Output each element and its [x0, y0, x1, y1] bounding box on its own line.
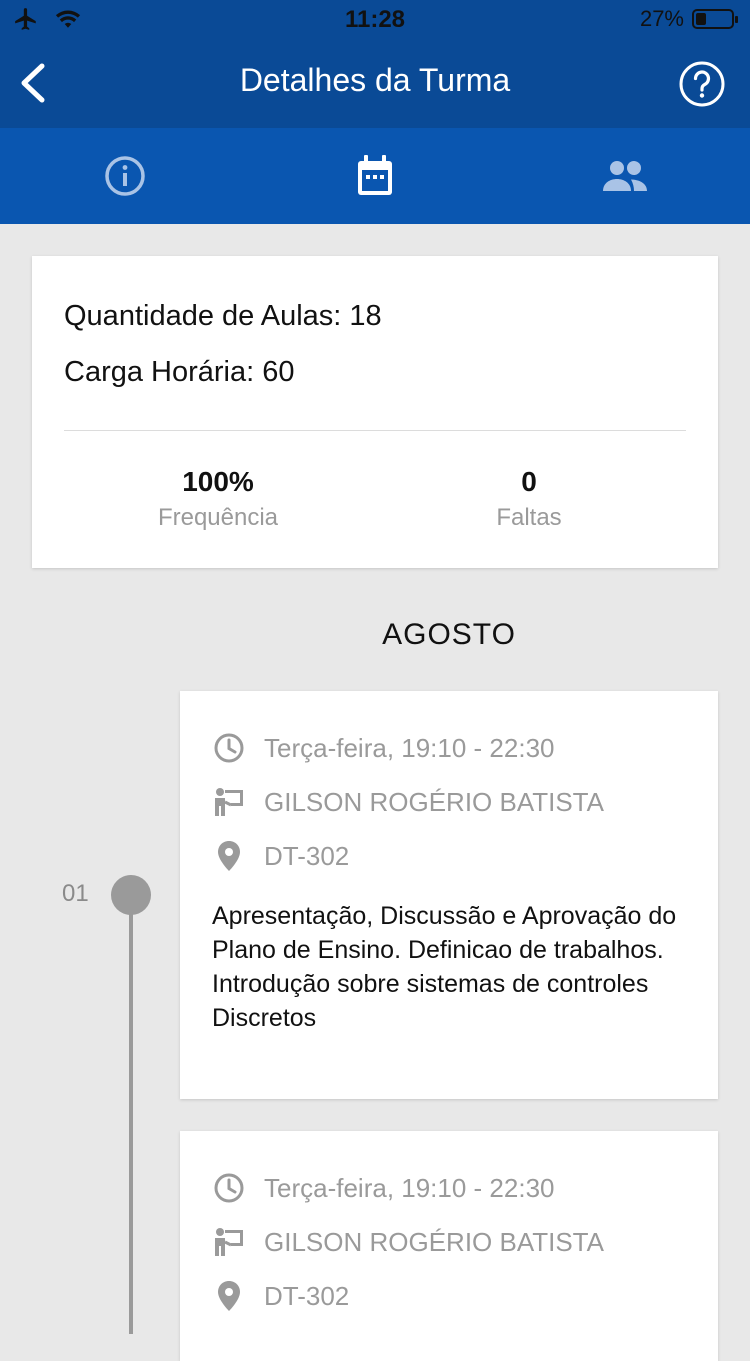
schedule-text: Terça-feira, 19:10 - 22:30: [264, 1172, 555, 1203]
tab-calendar[interactable]: [250, 128, 500, 224]
calendar-icon: [358, 155, 392, 195]
teacher-text: GILSON ROGÉRIO BATISTA: [264, 1226, 604, 1257]
room-row: DT-302: [212, 1279, 349, 1313]
classes-count: Quantidade de Aulas: 18: [64, 300, 382, 332]
month-header: AGOSTO: [382, 618, 516, 651]
absences-label: Faltas: [496, 504, 562, 531]
attendance-label: Frequência: [157, 504, 279, 531]
teacher-row: GILSON ROGÉRIO BATISTA: [212, 1225, 604, 1259]
page-title: Detalhes da Turma: [239, 62, 511, 98]
divider: [64, 430, 686, 431]
tab-info[interactable]: [0, 128, 250, 224]
schedule-text: Terça-feira, 19:10 - 22:30: [264, 732, 555, 763]
lesson-card[interactable]: Terça-feira, 19:10 - 22:30 GILSON ROGÉRI…: [180, 691, 718, 1099]
tab-bar: [0, 128, 750, 224]
lesson-description: Apresentação, Discussão e Aprovação do P…: [212, 902, 677, 1032]
room-text: DT-302: [264, 1280, 350, 1311]
absences-value: 0: [521, 466, 537, 497]
schedule-row: Terça-feira, 19:10 - 22:30: [212, 1171, 555, 1205]
people-icon: [603, 161, 647, 191]
absences-stat: 0 Faltas: [409, 466, 649, 532]
clock-icon: [212, 731, 246, 765]
lesson-card[interactable]: Terça-feira, 19:10 - 22:30 GILSON ROGÉRI…: [180, 1131, 718, 1361]
timeline-dot: [111, 875, 151, 915]
status-time: 11:28: [344, 6, 406, 33]
room-text: DT-302: [264, 840, 350, 871]
help-icon: [679, 61, 725, 107]
status-bar: 11:28 27%: [0, 0, 750, 40]
tab-participants[interactable]: [500, 128, 750, 224]
workload-hours: Carga Horária: 60: [64, 356, 295, 388]
battery-percent: 27%: [639, 6, 684, 31]
room-row: DT-302: [212, 839, 349, 873]
help-button[interactable]: [678, 60, 726, 108]
location-pin-icon: [212, 839, 246, 873]
teacher-row: GILSON ROGÉRIO BATISTA: [212, 785, 604, 819]
lesson-number: 01: [62, 880, 89, 907]
location-pin-icon: [212, 1279, 246, 1313]
attendance-stat: 100% Frequência: [98, 466, 338, 532]
info-icon: [105, 156, 145, 196]
clock-icon: [212, 1171, 246, 1205]
teacher-text: GILSON ROGÉRIO BATISTA: [264, 786, 604, 817]
attendance-value: 100%: [182, 466, 254, 497]
summary-card: Quantidade de Aulas: 18 Carga Horária: 6…: [32, 256, 718, 568]
schedule-row: Terça-feira, 19:10 - 22:30: [212, 731, 555, 765]
timeline-line: [129, 912, 133, 1334]
navbar: Detalhes da Turma: [0, 40, 750, 128]
battery-icon: [692, 9, 738, 29]
teacher-icon: [212, 1225, 246, 1259]
teacher-icon: [212, 785, 246, 819]
